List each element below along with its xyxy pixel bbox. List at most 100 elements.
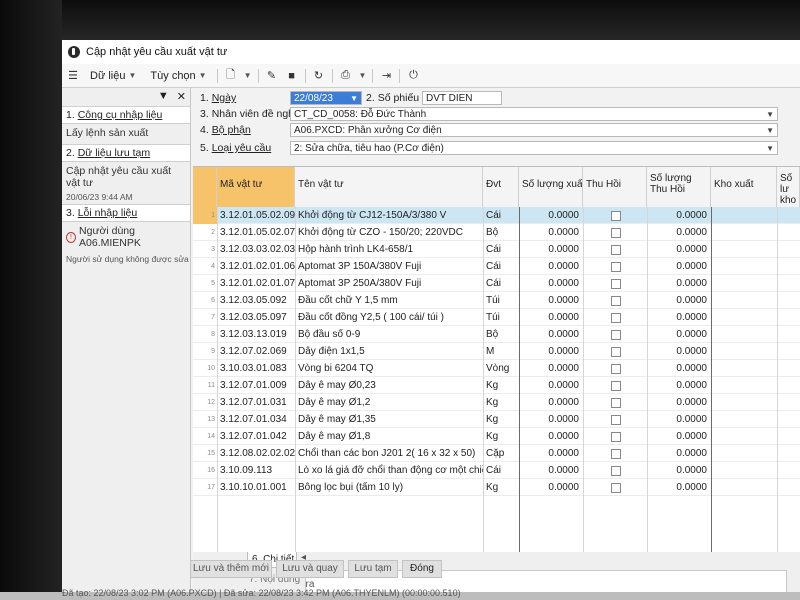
cell-stock[interactable] <box>777 275 800 292</box>
recall-checkbox[interactable] <box>611 313 621 323</box>
cell-code[interactable]: 3.10.10.01.001 <box>217 479 295 496</box>
recall-checkbox[interactable] <box>611 483 621 493</box>
type-select[interactable]: 2: Sửa chữa, tiêu hao (P.Cơ điện) ▼ <box>290 141 778 155</box>
table-row[interactable]: 1 3.12.01.05.02.090 Khởi động từ CJ12-150A… <box>193 207 800 224</box>
cell-unit[interactable]: Cái <box>483 462 519 479</box>
cell-name[interactable]: Dây ê may Ø1,35 <box>295 411 483 428</box>
cell-recall-qty[interactable]: 0.0000 <box>647 428 711 445</box>
cell-name[interactable]: Aptomat 3P 150A/380V Fuji <box>295 258 483 275</box>
cell-qty[interactable]: 0.0000 <box>519 258 583 275</box>
cell-name[interactable]: Lò xo lá giá đỡ chổi than động cơ một ch… <box>295 462 483 479</box>
table-row[interactable]: 4 3.12.01.02.01.063 Aptomat 3P 150A/380V F… <box>193 258 800 275</box>
cell-qty[interactable]: 0.0000 <box>519 207 583 224</box>
recall-checkbox[interactable] <box>611 432 621 442</box>
cell-name[interactable]: Vòng bi 6204 TQ <box>295 360 483 377</box>
cell-unit[interactable]: Kg <box>483 394 519 411</box>
cell-code[interactable]: 3.12.03.13.019 <box>217 326 295 343</box>
cell-qty[interactable]: 0.0000 <box>519 224 583 241</box>
recall-checkbox[interactable] <box>611 211 621 221</box>
cell-stock[interactable] <box>777 394 800 411</box>
table-row[interactable]: 7 3.12.03.05.097 Đầu cốt đồng Y2,5 ( 100 c… <box>193 309 800 326</box>
cell-code[interactable]: 3.12.08.02.02.028 <box>217 445 295 462</box>
dept-select[interactable]: A06.PXCD: Phân xưởng Cơ điện ▼ <box>290 123 778 137</box>
cell-stock[interactable] <box>777 292 800 309</box>
recall-checkbox[interactable] <box>611 228 621 238</box>
refresh-icon[interactable]: ↻ <box>312 69 326 83</box>
sidebar-group-tools[interactable]: 1. Công cụ nhập liệu <box>62 106 190 124</box>
col-header-recall[interactable]: Thu Hồi <box>583 167 647 207</box>
edit-pencil-icon[interactable]: ✎ <box>265 69 279 83</box>
cell-qty[interactable]: 0.0000 <box>519 292 583 309</box>
cell-unit[interactable]: Kg <box>483 479 519 496</box>
cell-unit[interactable]: Kg <box>483 377 519 394</box>
save-icon[interactable]: ■ <box>285 69 299 83</box>
cell-warehouse[interactable] <box>711 360 777 377</box>
recall-checkbox[interactable] <box>611 415 621 425</box>
col-header-unit[interactable]: Đvt <box>483 167 519 207</box>
cell-recall-qty[interactable]: 0.0000 <box>647 394 711 411</box>
cell-qty[interactable]: 0.0000 <box>519 411 583 428</box>
cell-warehouse[interactable] <box>711 411 777 428</box>
cell-warehouse[interactable] <box>711 428 777 445</box>
cell-name[interactable]: Bông lọc bụi (tấm 10 ly) <box>295 479 483 496</box>
cell-unit[interactable]: Túi <box>483 309 519 326</box>
cell-stock[interactable] <box>777 224 800 241</box>
cell-qty[interactable]: 0.0000 <box>519 394 583 411</box>
chevron-down-icon[interactable]: ▼ <box>350 92 358 104</box>
cell-stock[interactable] <box>777 411 800 428</box>
cell-name[interactable]: Đầu cốt chữ Y 1,5 mm <box>295 292 483 309</box>
chevron-down-icon[interactable]: ▼ <box>766 108 774 120</box>
sidebar-group-drafts[interactable]: 2. Dữ liệu lưu tạm <box>62 144 190 162</box>
cell-warehouse[interactable] <box>711 394 777 411</box>
cell-recall-qty[interactable]: 0.0000 <box>647 462 711 479</box>
pin-icon[interactable]: ▼ <box>158 90 169 102</box>
cell-code[interactable]: 3.12.03.03.02.038 <box>217 241 295 258</box>
table-row[interactable]: 14 3.12.07.01.042 Dây ê may Ø1,8 Kg 0.0000 0.… <box>193 428 800 445</box>
col-header-recall-qty[interactable]: Số lượng Thu Hồi <box>647 167 711 207</box>
cell-recall-qty[interactable]: 0.0000 <box>647 360 711 377</box>
recall-checkbox[interactable] <box>611 449 621 459</box>
table-row[interactable]: 8 3.12.03.13.019 Bộ đầu số 0-9 Bộ 0.0000 0.00… <box>193 326 800 343</box>
table-row[interactable]: 13 3.12.07.01.034 Dây ê may Ø1,35 Kg 0.0000 0… <box>193 411 800 428</box>
recall-checkbox[interactable] <box>611 364 621 374</box>
save-and-new-button[interactable]: Lưu và thêm mới <box>190 560 272 578</box>
cell-warehouse[interactable] <box>711 462 777 479</box>
cell-recall-qty[interactable]: 0.0000 <box>647 326 711 343</box>
cell-qty[interactable]: 0.0000 <box>519 462 583 479</box>
exit-icon[interactable]: ⇥ <box>379 69 393 83</box>
cell-unit[interactable]: Cặp <box>483 445 519 462</box>
table-row[interactable]: 12 3.12.07.01.031 Dây ê may Ø1,2 Kg 0.0000 0.… <box>193 394 800 411</box>
col-header-stock[interactable]: Số lư kho <box>777 167 800 207</box>
col-header-code[interactable]: Mã vật tư <box>217 167 295 207</box>
table-row[interactable]: 2 3.12.01.05.02.076 Khởi động từ CZO - 150… <box>193 224 800 241</box>
cell-recall-qty[interactable]: 0.0000 <box>647 241 711 258</box>
cell-unit[interactable]: Cái <box>483 275 519 292</box>
cell-qty[interactable]: 0.0000 <box>519 428 583 445</box>
cell-code[interactable]: 3.12.01.02.01.063 <box>217 258 295 275</box>
cell-code[interactable]: 3.12.03.05.092 <box>217 292 295 309</box>
voucher-input[interactable]: DVT DIEN <box>422 91 502 105</box>
cell-warehouse[interactable] <box>711 292 777 309</box>
chevron-down-icon[interactable]: ▼ <box>359 71 367 80</box>
cell-code[interactable]: 3.12.07.01.034 <box>217 411 295 428</box>
cell-recall-qty[interactable]: 0.0000 <box>647 479 711 496</box>
cell-code[interactable]: 3.12.07.01.009 <box>217 377 295 394</box>
cell-name[interactable]: Khởi động từ CZO - 150/20; 220VDC <box>295 224 483 241</box>
save-and-exit-button[interactable]: Lưu và quay ra <box>276 560 344 590</box>
cell-warehouse[interactable] <box>711 224 777 241</box>
cell-qty[interactable]: 0.0000 <box>519 445 583 462</box>
recall-checkbox[interactable] <box>611 398 621 408</box>
cell-name[interactable]: Dây ê may Ø1,8 <box>295 428 483 445</box>
table-row[interactable]: 17 3.10.10.01.001 Bông lọc bụi (tấm 10 ly)… <box>193 479 800 496</box>
cell-stock[interactable] <box>777 462 800 479</box>
cell-recall-qty[interactable]: 0.0000 <box>647 377 711 394</box>
cell-unit[interactable]: Túi <box>483 292 519 309</box>
table-row[interactable]: 15 3.12.08.02.02.028 Chổi than các bon J20… <box>193 445 800 462</box>
proposer-select[interactable]: CT_CD_0058: Đỗ Đức Thành ▼ <box>290 107 778 121</box>
new-document-icon[interactable]: 🗋 <box>224 69 238 83</box>
cell-unit[interactable]: M <box>483 343 519 360</box>
recall-checkbox[interactable] <box>611 347 621 357</box>
sidebar-item-draft-entry[interactable]: Cập nhật yêu cầu xuất vật tư <box>62 162 190 192</box>
cell-name[interactable]: Hộp hành trình LK4-658/1 <box>295 241 483 258</box>
cell-name[interactable]: Aptomat 3P 250A/380V Fuji <box>295 275 483 292</box>
